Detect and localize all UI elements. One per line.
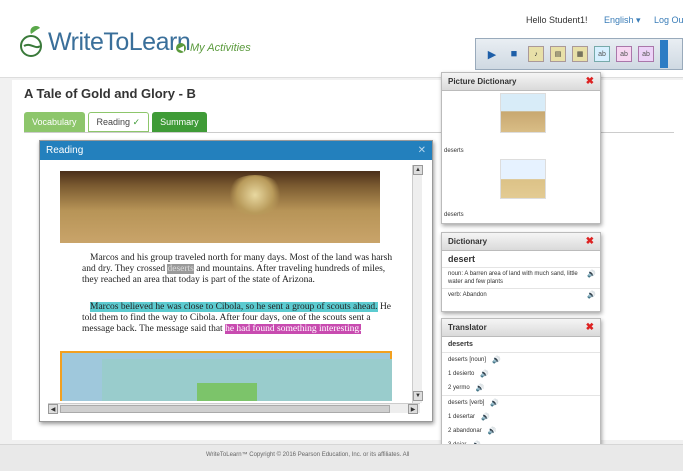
dictionary-word: desert (448, 254, 476, 264)
translation-head: deserts [noun] 🔊 (442, 352, 600, 367)
scroll-up-icon[interactable]: ▲ (413, 165, 423, 175)
map-image (60, 351, 392, 401)
reading-content: Marcos and his group traveled north for … (48, 165, 410, 401)
speaker-icon[interactable]: 🔊 (490, 399, 499, 407)
brand-name: WriteToLearn (48, 27, 191, 56)
desert-photo (60, 171, 380, 243)
dictionary-header[interactable]: Dictionary ✖ (442, 233, 600, 251)
translation-item: 1 desertar 🔊 (442, 410, 600, 424)
logo[interactable]: WriteToLearn (18, 20, 191, 64)
speaker-icon[interactable]: 🔊 (488, 427, 497, 435)
translation-text: 1 desierto (448, 371, 475, 377)
ab-highlight-icon[interactable]: ab (638, 46, 654, 62)
close-icon[interactable]: ✖ (586, 322, 594, 333)
book-icon[interactable]: ▤ (550, 46, 566, 62)
map-region (197, 383, 257, 401)
picture-label: deserts (444, 148, 464, 154)
desert-cactus-picture (500, 159, 546, 199)
tab-reading-label: Reading (96, 117, 131, 127)
close-icon[interactable]: ✕ (418, 145, 426, 156)
picture-dictionary-title: Picture Dictionary (448, 77, 517, 86)
reading-window: Reading ✕ Marcos and his group traveled … (39, 140, 433, 422)
reading-title: Reading (46, 145, 84, 156)
toolbar-handle[interactable] (660, 40, 668, 68)
speaker-icon[interactable]: ♪ (528, 46, 544, 62)
speaker-icon[interactable]: 🔊 (476, 384, 485, 392)
top-bar: WriteToLearn ◀ My Activities Hello Stude… (0, 0, 683, 78)
translator-header[interactable]: Translator ✖ (442, 319, 600, 337)
my-activities-link[interactable]: ◀ My Activities (176, 42, 251, 54)
tab-summary[interactable]: Summary (152, 112, 207, 132)
back-arrow-icon: ◀ (176, 43, 186, 53)
stop-icon[interactable]: ■ (506, 46, 522, 62)
speaker-icon[interactable]: 🔊 (481, 413, 490, 421)
definition-noun: noun: A barren area of land with much sa… (442, 267, 600, 288)
tab-vocabulary[interactable]: Vocabulary (24, 112, 85, 132)
highlight-cyan[interactable]: Marcos believed he was close to Cibola, … (90, 302, 378, 312)
translation-text: 1 desertar (448, 414, 476, 420)
dictionary-title: Dictionary (448, 237, 488, 246)
play-icon[interactable]: ▶ (484, 46, 500, 62)
logout-link[interactable]: Log Out (654, 15, 683, 25)
picture-dictionary-panel: Picture Dictionary ✖ deserts deserts (441, 72, 601, 224)
language-dropdown[interactable]: English ▾ (604, 15, 641, 26)
scroll-thumb[interactable] (60, 405, 390, 413)
definition-text: verb: Abandon (448, 292, 487, 298)
tool-bar: ▶ ■ ♪ ▤ ▦ ab ab ab (475, 38, 683, 70)
cactus-shape (225, 175, 285, 215)
translation-item: 2 abandonar 🔊 (442, 424, 600, 438)
definition-text: noun: A barren area of land with much sa… (448, 271, 578, 285)
translation-head-label: deserts [verb] (448, 400, 485, 406)
scroll-right-icon[interactable]: ▶ (408, 404, 418, 414)
scroll-left-icon[interactable]: ◀ (48, 404, 58, 414)
picture-dictionary-header[interactable]: Picture Dictionary ✖ (442, 73, 600, 91)
highlight-magenta[interactable]: he had found something interesting. (225, 324, 362, 334)
ab-highlight-icon[interactable]: ab (594, 46, 610, 62)
translation-text: 2 yermo (448, 385, 470, 391)
page-title: A Tale of Gold and Glory - B (24, 86, 196, 101)
greeting: Hello Student1! (526, 15, 588, 25)
speaker-icon[interactable]: 🔊 (480, 370, 489, 378)
vertical-scrollbar[interactable]: ▲ ▼ (412, 165, 423, 403)
translation-head-label: deserts [noun] (448, 357, 487, 363)
definition-verb: verb: Abandon 🔊 (442, 288, 600, 301)
reading-header[interactable]: Reading ✕ (40, 141, 432, 160)
check-icon: ✓ (132, 116, 141, 127)
paragraph-2: Marcos believed he was close to Cibola, … (82, 302, 398, 335)
tab-bar: Vocabulary Reading ✓ Summary (24, 112, 207, 132)
speaker-icon[interactable]: 🔊 (587, 292, 596, 300)
translation-text: 2 abandonar (448, 428, 482, 434)
leaf-logo-icon (18, 24, 44, 60)
desert-picture (500, 93, 546, 133)
horizontal-scrollbar[interactable]: ◀ ▶ (48, 403, 420, 414)
picture-label: deserts (444, 212, 464, 218)
paragraph-1: Marcos and his group traveled north for … (82, 253, 398, 286)
translation-item: 1 desierto 🔊 (442, 367, 600, 381)
ab-highlight-icon[interactable]: ab (616, 46, 632, 62)
copyright-text: WriteToLearn™ Copyright © 2016 Pearson E… (206, 452, 410, 458)
picture-dictionary-icon[interactable]: ▦ (572, 46, 588, 62)
scroll-down-icon[interactable]: ▼ (413, 391, 423, 401)
translator-title: Translator (448, 323, 487, 332)
tab-reading[interactable]: Reading ✓ (87, 112, 150, 132)
speaker-icon[interactable]: 🔊 (587, 271, 596, 279)
translator-word: deserts (448, 341, 473, 348)
my-activities-label: My Activities (190, 42, 251, 54)
close-icon[interactable]: ✖ (586, 236, 594, 247)
close-icon[interactable]: ✖ (586, 76, 594, 87)
translation-item: 2 yermo 🔊 (442, 381, 600, 395)
speaker-icon[interactable]: 🔊 (492, 356, 501, 364)
highlight-deserts[interactable]: deserts (167, 264, 194, 274)
dictionary-panel: Dictionary ✖ desert noun: A barren area … (441, 232, 601, 312)
translation-head: deserts [verb] 🔊 (442, 395, 600, 410)
